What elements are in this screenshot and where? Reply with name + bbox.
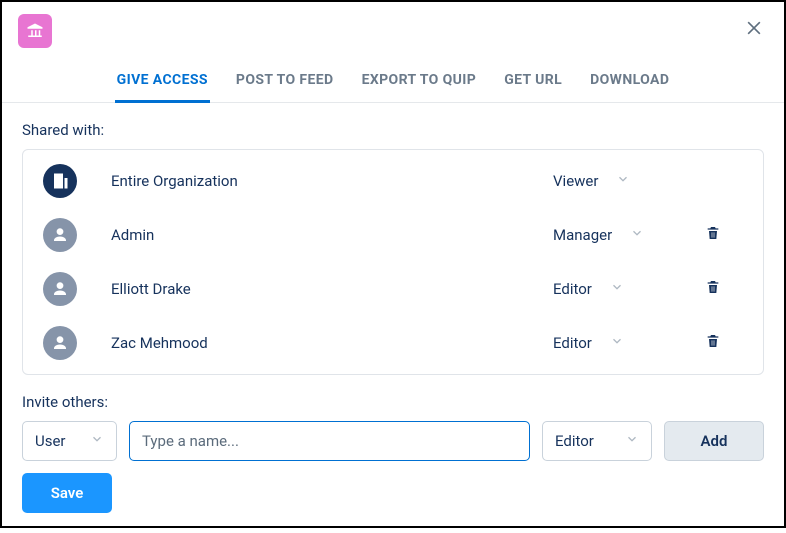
tab-give-access[interactable]: GIVE ACCESS [115,62,210,103]
share-row: Elliott Drake Editor [23,262,763,316]
tab-export-to-quip[interactable]: EXPORT TO QUIP [360,62,479,103]
trash-icon [705,279,721,295]
role-value: Manager [553,226,612,244]
role-select[interactable]: Editor [553,334,683,352]
tab-download[interactable]: DOWNLOAD [588,62,671,103]
share-row: Entire Organization Viewer [23,154,763,208]
share-name: Entire Organization [111,172,553,190]
role-select[interactable]: Editor [553,280,683,298]
remove-share-button[interactable] [705,225,721,245]
chevron-down-icon [610,334,624,352]
add-button[interactable]: Add [664,421,764,461]
share-list: Entire Organization Viewer Admin Manager [22,149,764,375]
tab-post-to-feed[interactable]: POST TO FEED [234,62,336,103]
share-row: Zac Mehmood Editor [23,316,763,370]
invite-row: User Type a name... Editor Add [22,421,764,461]
tab-get-url[interactable]: GET URL [502,62,564,103]
role-value: Editor [553,280,592,298]
invite-name-input[interactable]: Type a name... [129,421,530,461]
invite-role-value: Editor [555,432,594,450]
trash-icon [705,225,721,241]
share-name: Zac Mehmood [111,334,553,352]
user-icon [51,226,69,244]
chevron-down-icon [630,226,644,244]
shared-with-label: Shared with: [22,121,764,139]
invite-role-select[interactable]: Editor [542,421,652,461]
role-select[interactable]: Viewer [553,172,683,190]
remove-share-button[interactable] [705,333,721,353]
role-value: Editor [553,334,592,352]
trash-icon [705,333,721,349]
chevron-down-icon [616,172,630,190]
chevron-down-icon [90,432,104,450]
share-name: Admin [111,226,553,244]
org-avatar [43,164,77,198]
chevron-down-icon [625,432,639,450]
role-value: Viewer [553,172,598,190]
user-icon [51,334,69,352]
user-avatar [43,218,77,252]
building-icon [51,172,69,190]
user-icon [51,280,69,298]
share-name: Elliott Drake [111,280,553,298]
user-avatar [43,326,77,360]
close-icon [744,18,764,38]
close-button[interactable] [740,14,768,46]
invite-name-placeholder: Type a name... [142,432,239,450]
role-select[interactable]: Manager [553,226,683,244]
invite-type-value: User [35,432,66,450]
chevron-down-icon [610,280,624,298]
tab-bar: GIVE ACCESS POST TO FEED EXPORT TO QUIP … [2,62,784,103]
remove-share-button[interactable] [705,279,721,299]
invite-type-select[interactable]: User [22,421,117,461]
save-button[interactable]: Save [22,473,112,513]
building-column-icon [26,22,44,40]
app-icon [18,14,52,48]
share-row: Admin Manager [23,208,763,262]
invite-others-label: Invite others: [22,393,764,411]
user-avatar [43,272,77,306]
